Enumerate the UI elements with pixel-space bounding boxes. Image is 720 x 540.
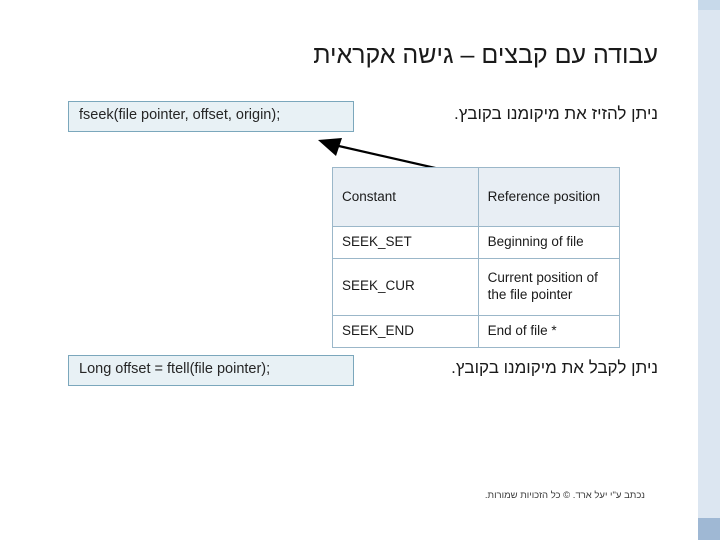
table-header-reference-position: Reference position — [477, 167, 621, 227]
table-header-row: Constant Reference position — [332, 167, 621, 227]
table-cell-constant: SEEK_SET — [332, 226, 479, 259]
table-cell-constant: SEEK_CUR — [332, 257, 479, 316]
table-cell-position: Current position of the file pointer — [477, 257, 621, 316]
code-box-ftell: Long offset = ftell(file pointer); — [68, 355, 354, 386]
table-header-constant: Constant — [332, 167, 479, 227]
table-cell-position: End of file * — [477, 314, 621, 348]
note-ftell: ניתן לקבל את מיקומנו בקובץ. — [451, 358, 658, 377]
edge-decoration-bottom — [698, 518, 720, 540]
table-row: SEEK_END End of file * — [332, 314, 621, 348]
table-row: SEEK_SET Beginning of file — [332, 226, 621, 259]
page-number: 9 — [678, 501, 686, 513]
note-fseek: ניתן להזיז את מיקומנו בקובץ. — [454, 104, 658, 123]
table-cell-constant: SEEK_END — [332, 314, 479, 348]
edge-decoration-top — [698, 0, 720, 10]
constants-table: Constant Reference position SEEK_SET Beg… — [332, 167, 621, 348]
table-cell-position: Beginning of file — [477, 226, 621, 259]
edge-divider-line — [697, 0, 698, 540]
page-title: עבודה עם קבצים – גישה אקראית — [313, 41, 658, 69]
table-row: SEEK_CUR Current position of the file po… — [332, 257, 621, 316]
footer-credit: נכתב ע"י יעל ארד. © כל הזכויות שמורות. — [484, 490, 645, 501]
edge-decoration-main — [698, 10, 720, 518]
